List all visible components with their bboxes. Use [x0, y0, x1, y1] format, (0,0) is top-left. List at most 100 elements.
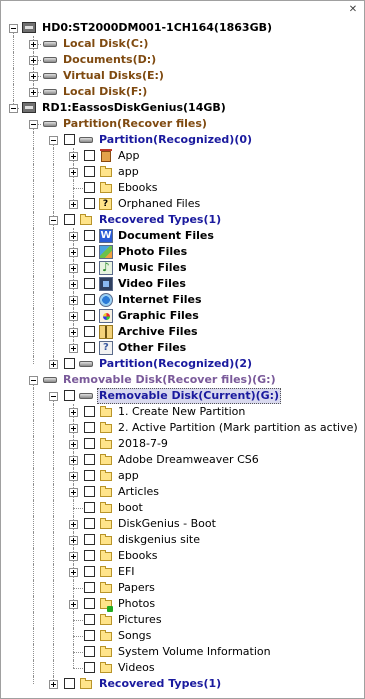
- tree-item-folder[interactable]: 2. Active Partition (Mark partition as a…: [0, 420, 365, 436]
- tree-node-partition-recover[interactable]: Partition(Recover files): [0, 116, 365, 132]
- expand-toggle[interactable]: [29, 56, 38, 65]
- select-checkbox[interactable]: [84, 534, 95, 545]
- tree-node-removable-recover[interactable]: Removable Disk(Recover files)(G:): [0, 372, 365, 388]
- expand-toggle[interactable]: [69, 168, 78, 177]
- select-checkbox[interactable]: [84, 326, 95, 337]
- tree-item-folder[interactable]: app: [0, 164, 365, 180]
- expand-toggle[interactable]: [69, 568, 78, 577]
- tree-item-file-type[interactable]: Archive Files: [0, 324, 365, 340]
- expand-toggle[interactable]: [29, 40, 38, 49]
- expand-toggle[interactable]: [69, 520, 78, 529]
- expand-toggle[interactable]: [29, 88, 38, 97]
- tree-item-folder[interactable]: System Volume Information: [0, 644, 365, 660]
- expand-toggle[interactable]: [69, 472, 78, 481]
- tree-node-recognized-0[interactable]: Partition(Recognized)(0): [0, 132, 365, 148]
- expand-toggle[interactable]: [29, 72, 38, 81]
- tree-item-folder[interactable]: Articles: [0, 484, 365, 500]
- collapse-toggle[interactable]: [9, 24, 18, 33]
- expand-toggle[interactable]: [69, 200, 78, 209]
- select-checkbox[interactable]: [84, 406, 95, 417]
- select-checkbox[interactable]: [84, 310, 95, 321]
- expand-toggle[interactable]: [69, 552, 78, 561]
- close-icon[interactable]: ✕: [347, 4, 359, 16]
- expand-toggle[interactable]: [69, 344, 78, 353]
- select-checkbox[interactable]: [84, 502, 95, 513]
- tree-node-partition-f[interactable]: Local Disk(F:): [0, 84, 365, 100]
- expand-toggle[interactable]: [49, 680, 58, 689]
- select-checkbox[interactable]: [84, 278, 95, 289]
- collapse-toggle[interactable]: [29, 376, 38, 385]
- expand-toggle[interactable]: [69, 440, 78, 449]
- tree-item-folder[interactable]: DiskGenius - Boot: [0, 516, 365, 532]
- select-checkbox[interactable]: [84, 486, 95, 497]
- expand-toggle[interactable]: [69, 296, 78, 305]
- select-checkbox[interactable]: [84, 438, 95, 449]
- tree-node-partition-e[interactable]: Virtual Disks(E:): [0, 68, 365, 84]
- select-checkbox[interactable]: [84, 294, 95, 305]
- select-checkbox[interactable]: [84, 646, 95, 657]
- tree-item-folder[interactable]: 1. Create New Partition: [0, 404, 365, 420]
- tree-item-folder[interactable]: Adobe Dreamweaver CS6: [0, 452, 365, 468]
- select-checkbox[interactable]: [84, 598, 95, 609]
- tree-item-file-type[interactable]: W Document Files: [0, 228, 365, 244]
- expand-toggle[interactable]: [69, 488, 78, 497]
- expand-toggle[interactable]: [69, 456, 78, 465]
- tree-item-folder[interactable]: Songs: [0, 628, 365, 644]
- tree-node-partition-d[interactable]: Documents(D:): [0, 52, 365, 68]
- collapse-toggle[interactable]: [29, 120, 38, 129]
- select-checkbox[interactable]: [84, 230, 95, 241]
- select-checkbox[interactable]: [84, 566, 95, 577]
- tree-item-folder[interactable]: boot: [0, 500, 365, 516]
- select-checkbox[interactable]: [84, 518, 95, 529]
- select-checkbox[interactable]: [84, 166, 95, 177]
- tree-item-folder[interactable]: Ebooks: [0, 180, 365, 196]
- expand-toggle[interactable]: [69, 408, 78, 417]
- expand-toggle[interactable]: [69, 280, 78, 289]
- select-checkbox[interactable]: [64, 678, 75, 689]
- expand-toggle[interactable]: [69, 424, 78, 433]
- expand-toggle[interactable]: [69, 264, 78, 273]
- collapse-toggle[interactable]: [49, 216, 58, 225]
- select-checkbox[interactable]: [84, 614, 95, 625]
- select-checkbox[interactable]: [84, 182, 95, 193]
- tree-node-rd1[interactable]: RD1:EassosDiskGenius(14GB): [0, 100, 365, 116]
- tree-node-recovered-types-removable[interactable]: Recovered Types(1): [0, 676, 365, 692]
- expand-toggle[interactable]: [69, 248, 78, 257]
- tree-node-recovered-types[interactable]: Recovered Types(1): [0, 212, 365, 228]
- select-checkbox[interactable]: [84, 198, 95, 209]
- select-checkbox[interactable]: [84, 262, 95, 273]
- select-checkbox[interactable]: [84, 662, 95, 673]
- collapse-toggle[interactable]: [49, 392, 58, 401]
- expand-toggle[interactable]: [49, 360, 58, 369]
- tree-item-file-type[interactable]: Video Files: [0, 276, 365, 292]
- select-checkbox[interactable]: [64, 134, 75, 145]
- select-checkbox[interactable]: [84, 550, 95, 561]
- select-checkbox[interactable]: [64, 390, 75, 401]
- tree-item-folder[interactable]: Papers: [0, 580, 365, 596]
- tree-item-folder[interactable]: ? Orphaned Files: [0, 196, 365, 212]
- tree-item-file-type[interactable]: Other Files: [0, 340, 365, 356]
- select-checkbox[interactable]: [84, 246, 95, 257]
- select-checkbox[interactable]: [64, 358, 75, 369]
- collapse-toggle[interactable]: [9, 104, 18, 113]
- tree-item-folder[interactable]: app: [0, 468, 365, 484]
- expand-toggle[interactable]: [69, 232, 78, 241]
- select-checkbox[interactable]: [84, 470, 95, 481]
- tree-item-folder[interactable]: EFI: [0, 564, 365, 580]
- expand-toggle[interactable]: [69, 600, 78, 609]
- select-checkbox[interactable]: [84, 454, 95, 465]
- expand-toggle[interactable]: [69, 152, 78, 161]
- select-checkbox[interactable]: [84, 422, 95, 433]
- tree-item-folder[interactable]: Ebooks: [0, 548, 365, 564]
- tree-node-partition-c[interactable]: Local Disk(C:): [0, 36, 365, 52]
- select-checkbox[interactable]: [84, 630, 95, 641]
- expand-toggle[interactable]: [69, 312, 78, 321]
- tree-item-folder[interactable]: Videos: [0, 660, 365, 676]
- select-checkbox[interactable]: [84, 582, 95, 593]
- tree-node-removable-current[interactable]: Removable Disk(Current)(G:): [0, 388, 365, 404]
- tree-item-file-type[interactable]: Music Files: [0, 260, 365, 276]
- collapse-toggle[interactable]: [49, 136, 58, 145]
- tree-item-file-type[interactable]: Internet Files: [0, 292, 365, 308]
- tree-node-hd0[interactable]: HD0:ST2000DM001-1CH164(1863GB): [0, 20, 365, 36]
- tree-item-file-type[interactable]: Photo Files: [0, 244, 365, 260]
